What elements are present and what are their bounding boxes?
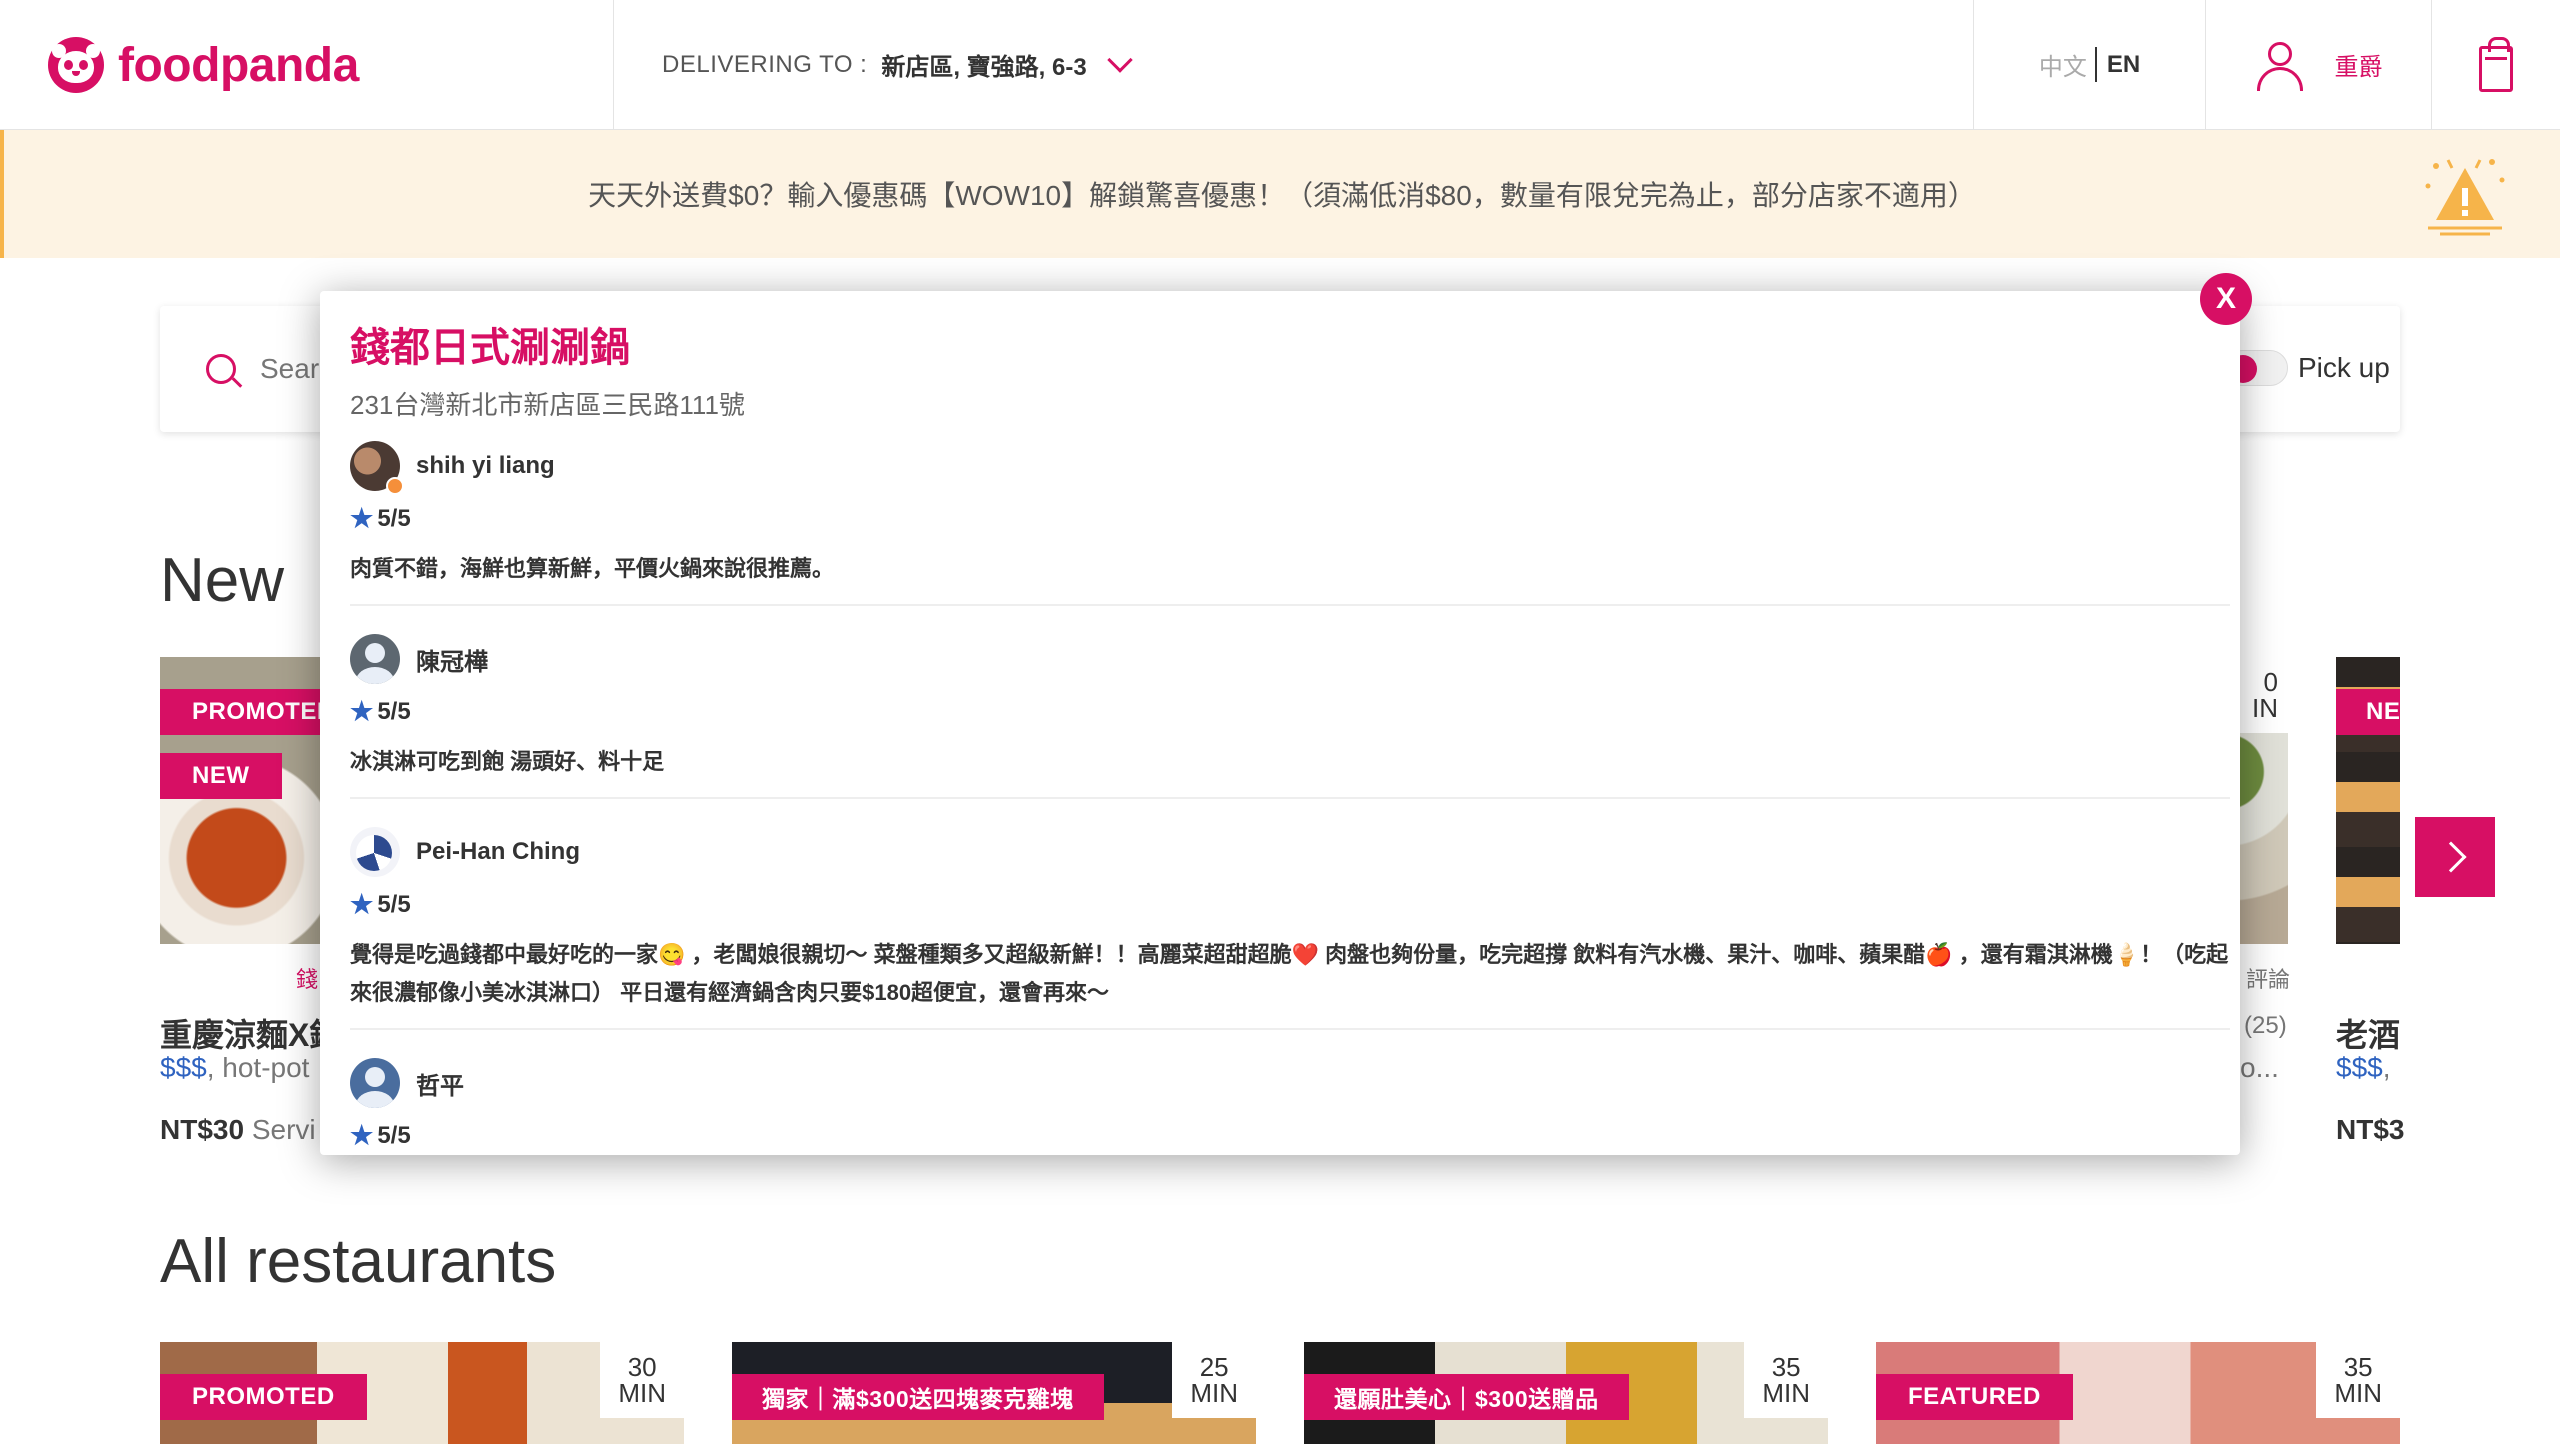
top-header: foodpanda DELIVERING TO : 新店區, 寶強路, 6-3 … [0,0,2560,130]
restaurant-card[interactable]: PROMOTED 30 MIN [160,1342,684,1444]
restaurant-card-partial[interactable]: NE [2336,657,2400,944]
reviewer-name: shih yi liang [416,452,555,479]
review-rating: ★ 5/5 [350,1120,411,1150]
promo-text: 天天外送費$0？輸入優惠碼【WOW10】解鎖驚喜優惠！（須滿低消$80，數量有限… [588,180,1976,211]
avatar [350,634,400,684]
pickup-label: Pick up [2298,352,2390,383]
star-icon: ★ [350,503,374,533]
restaurant-card[interactable]: PROMOTED NEW [160,657,330,944]
foodpanda-logo[interactable]: foodpanda [0,0,614,130]
featured-tag: FEATURED [1876,1374,2073,1420]
carousel-next-button[interactable] [2415,817,2495,897]
promo-tag: 獨家｜滿$300送四塊麥克雞塊 [732,1374,1104,1420]
star-icon: ★ [350,889,374,919]
promoted-tag: PROMOTED [160,1374,367,1420]
restaurant-card[interactable]: 還願肚美心｜$300送贈品 35 MIN [1304,1342,1828,1444]
review-text: 覺得是吃過錢都中最好吃的一家😋 ，老闆娘很親切～ 菜盤種類多又超級新鮮！！高麗菜… [350,942,2229,1005]
pickup-toggle[interactable]: Pick up [2224,350,2390,386]
close-button[interactable]: X [2200,273,2252,325]
rating-count: (25) [2244,1012,2287,1039]
delivery-fee: NT$30 Servi [160,1114,316,1145]
review-item: 陳冠樺 ★ 5/5 冰淇淋可吃到飽 湯頭好、料十足 [350,634,2230,799]
avatar [350,827,400,877]
cart-button[interactable] [2432,0,2560,129]
new-tag: NE [2336,689,2400,735]
restaurant-meta: o... [2240,1052,2279,1083]
eta-badge: 25 MIN [1172,1342,1256,1418]
delivery-fee: NT$3 [2336,1114,2405,1145]
lang-option-en[interactable]: EN [2097,51,2140,79]
party-hat-icon [2425,159,2505,236]
review-list[interactable]: shih yi liang ★ 5/5 肉質不錯，海鮮也算新鮮，平價火鍋來說很推薦… [350,441,2230,1155]
cart-icon [2479,36,2513,92]
language-switcher: 中文 EN [1974,0,2206,129]
review-user: 陳冠樺 [350,634,2230,684]
review-rating: ★ 5/5 [350,503,411,533]
restaurant-name: 老酒 [2336,1017,2401,1053]
eta-badge: 35 MIN [1744,1342,1828,1418]
avatar [350,441,404,495]
user-name: 重爵 [2334,54,2383,81]
promo-banner: 天天外送費$0？輸入優惠碼【WOW10】解鎖驚喜優惠！（須滿低消$80，數量有限… [0,130,2560,258]
eta-badge: 30 MIN [600,1342,684,1418]
review-item: 哲平 ★ 5/5 [350,1058,2230,1155]
delivery-address: 新店區, 寶強路, 6-3 [881,54,1087,81]
restaurant-name: 重慶涼麵X錢 [160,1017,342,1053]
star-icon: ★ [350,1120,374,1150]
search-icon [206,354,236,384]
promo-tag: 還願肚美心｜$300送贈品 [1304,1374,1629,1420]
section-title-all: All restaurants [160,1227,557,1296]
reviewer-name: 哲平 [416,1072,464,1100]
delivery-address-selector[interactable]: DELIVERING TO : 新店區, 寶強路, 6-3 [614,0,1974,129]
chevron-right-icon [2435,841,2467,873]
star-icon: ★ [350,696,374,726]
avatar [350,1058,400,1108]
restaurant-address: 231台灣新北市新店區三民路111號 [350,390,745,420]
review-item: shih yi liang ★ 5/5 肉質不錯，海鮮也算新鮮，平價火鍋來說很推薦… [350,441,2230,606]
restaurant-card[interactable]: 獨家｜滿$300送四塊麥克雞塊 25 MIN [732,1342,1256,1444]
user-account-button[interactable]: 重爵 [2206,0,2432,129]
promoted-tag: PROMOTED [160,689,330,735]
new-tag: NEW [160,753,282,799]
panda-logo-icon [48,37,104,93]
review-text: 肉質不錯，海鮮也算新鮮，平價火鍋來說很推薦。 [350,556,835,581]
review-user: 哲平 [350,1058,2230,1108]
review-item: Pei-Han Ching ★ 5/5 覺得是吃過錢都中最好吃的一家😋 ，老闆娘很… [350,827,2230,1030]
review-text: 冰淇淋可吃到飽 湯頭好、料十足 [350,749,665,774]
review-count-label: 評論 [2246,967,2291,992]
restaurant-meta: $$$, hot-pot [160,1052,310,1083]
review-user: Pei-Han Ching [350,827,2230,877]
search-placeholder: Sear [260,353,320,384]
user-icon [2255,40,2305,91]
reviewer-name: 陳冠樺 [416,648,488,676]
restaurant-title: 錢都日式涮涮鍋 [350,326,630,370]
delivering-label: DELIVERING TO : [662,50,868,78]
review-rating: ★ 5/5 [350,889,411,919]
review-user: shih yi liang [350,441,2230,495]
restaurant-card[interactable]: FEATURED 35 MIN [1876,1342,2400,1444]
restaurant-meta: $$$, [2336,1052,2391,1083]
card-sublabel: 錢 [296,967,319,992]
section-title-new: New [160,546,285,615]
reviewer-name: Pei-Han Ching [416,838,581,865]
reviews-modal: 錢都日式涮涮鍋 231台灣新北市新店區三民路111號 shih yi liang… [320,291,2240,1155]
review-rating: ★ 5/5 [350,696,411,726]
modal-header: 錢都日式涮涮鍋 231台灣新北市新店區三民路111號 [350,315,745,422]
eta-badge: 35 MIN [2316,1342,2400,1418]
chevron-down-icon[interactable] [1106,46,1133,73]
brand-name: foodpanda [118,38,359,92]
lang-option-zh[interactable]: 中文 [2039,47,2097,82]
